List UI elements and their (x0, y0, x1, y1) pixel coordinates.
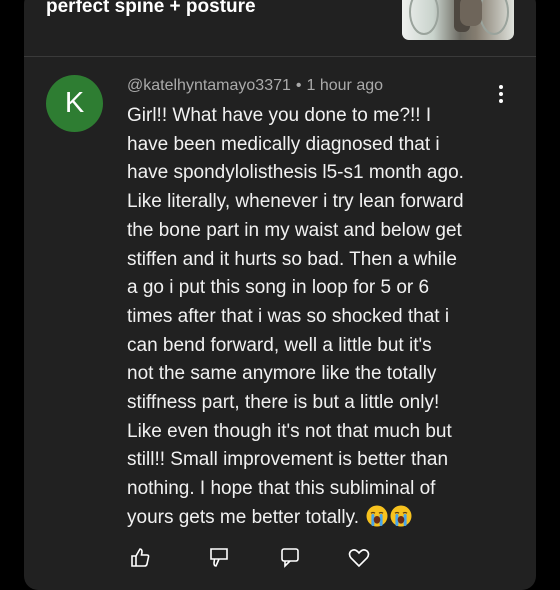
avatar[interactable]: K (46, 75, 103, 132)
thumbnail-image (409, 0, 509, 35)
comment-line: have been medically diagnosed that i (127, 133, 440, 155)
author-handle[interactable]: @katelhyntamayo3371 (127, 77, 291, 94)
heart-icon[interactable] (347, 546, 371, 568)
more-vertical-icon-dot (499, 85, 503, 89)
comment-line: yours gets me better totally. (127, 506, 359, 528)
comment-line: Like even though it's not that much but (127, 420, 452, 442)
comment-line: a go i put this song in loop for 5 or 6 (127, 277, 430, 299)
loudly-crying-face-icon (366, 505, 388, 527)
comment-line: nothing. I hope that this subliminal of (127, 478, 436, 500)
comment-line: Girl!! What have you done to me?!! I (127, 105, 432, 126)
comment-line: can bend forward, well a little but it's (127, 334, 432, 356)
like-icon[interactable] (129, 546, 151, 568)
comment-line: still!! Small improvement is better than (127, 449, 449, 471)
comment-line: times after that i was so shocked that i (127, 305, 450, 327)
comment-meta: @katelhyntamayo3371 • 1 hour ago (127, 77, 383, 95)
comment-line: have spondylolisthesis l5-s1 month ago. (127, 162, 464, 184)
comment-last-line: yours gets me better totally. (127, 504, 502, 533)
dislike-icon[interactable] (207, 546, 231, 568)
more-vertical-icon-dot (499, 92, 503, 96)
video-title[interactable]: perfect spine + posture (46, 0, 256, 18)
comment-text: Girl!! What have you done to me?!! I hav… (127, 102, 502, 533)
loudly-crying-face-icon (390, 505, 412, 527)
reply-icon[interactable] (279, 546, 301, 568)
comment-line: not the same anymore like the totally (127, 363, 437, 385)
avatar-letter: K (64, 87, 85, 119)
comment-line: the bone part in my waist and below get (127, 219, 462, 241)
comment-actions (127, 546, 387, 570)
comment-line: stiffness part, there is but a little on… (127, 392, 440, 414)
meta-separator: • (295, 77, 302, 94)
comment-line: Like literally, whenever i try lean forw… (127, 191, 464, 213)
divider (24, 56, 536, 57)
comment-line: stiffen and it hurts so bad. Then a whil… (127, 248, 457, 270)
video-thumbnail[interactable] (402, 0, 514, 40)
comment-time: 1 hour ago (306, 77, 384, 94)
